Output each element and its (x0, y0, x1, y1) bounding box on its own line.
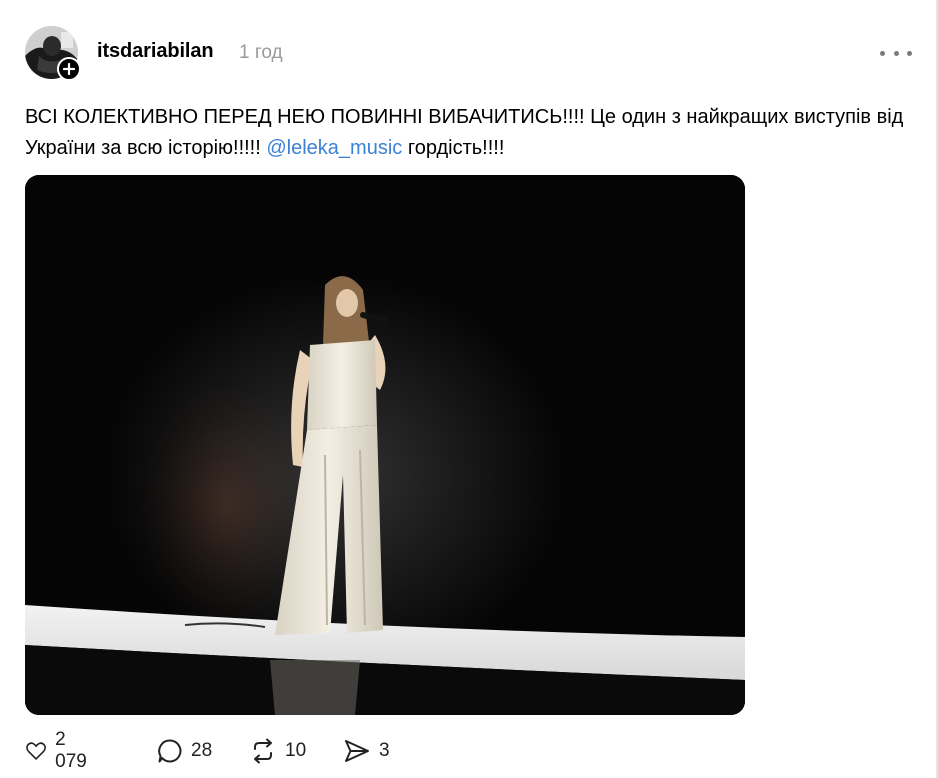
speech-bubble-icon (158, 739, 182, 763)
username[interactable]: itsdariabilan (97, 40, 214, 63)
post-photo[interactable] (25, 175, 745, 715)
heart-icon (26, 742, 46, 760)
repost-button[interactable]: 10 (249, 736, 306, 766)
repost-count: 10 (285, 740, 307, 761)
more-button[interactable] (880, 44, 912, 62)
follow-button[interactable] (57, 57, 81, 81)
more-dot (893, 50, 899, 56)
more-horizontal-icon (880, 50, 885, 56)
share-button[interactable]: 3 (343, 736, 390, 766)
share-count: 3 (379, 740, 390, 761)
post-text: ВСІ КОЛЕКТИВНО ПЕРЕД НЕЮ ПОВИННІ ВИБАЧИТ… (25, 102, 905, 164)
reply-count: 28 (191, 740, 213, 761)
like-count: 2 079 (55, 729, 87, 772)
plus-icon (63, 63, 75, 75)
post-text-tail: гордість!!!! (402, 137, 505, 159)
more-dot (907, 50, 912, 56)
repost-icon (254, 738, 272, 764)
mention-link[interactable]: @leleka_music (266, 137, 402, 159)
send-icon (345, 740, 369, 762)
post-timestamp: 1 год (239, 42, 283, 63)
like-button[interactable]: 2 079 (25, 729, 93, 772)
reply-button[interactable]: 28 (157, 736, 212, 766)
